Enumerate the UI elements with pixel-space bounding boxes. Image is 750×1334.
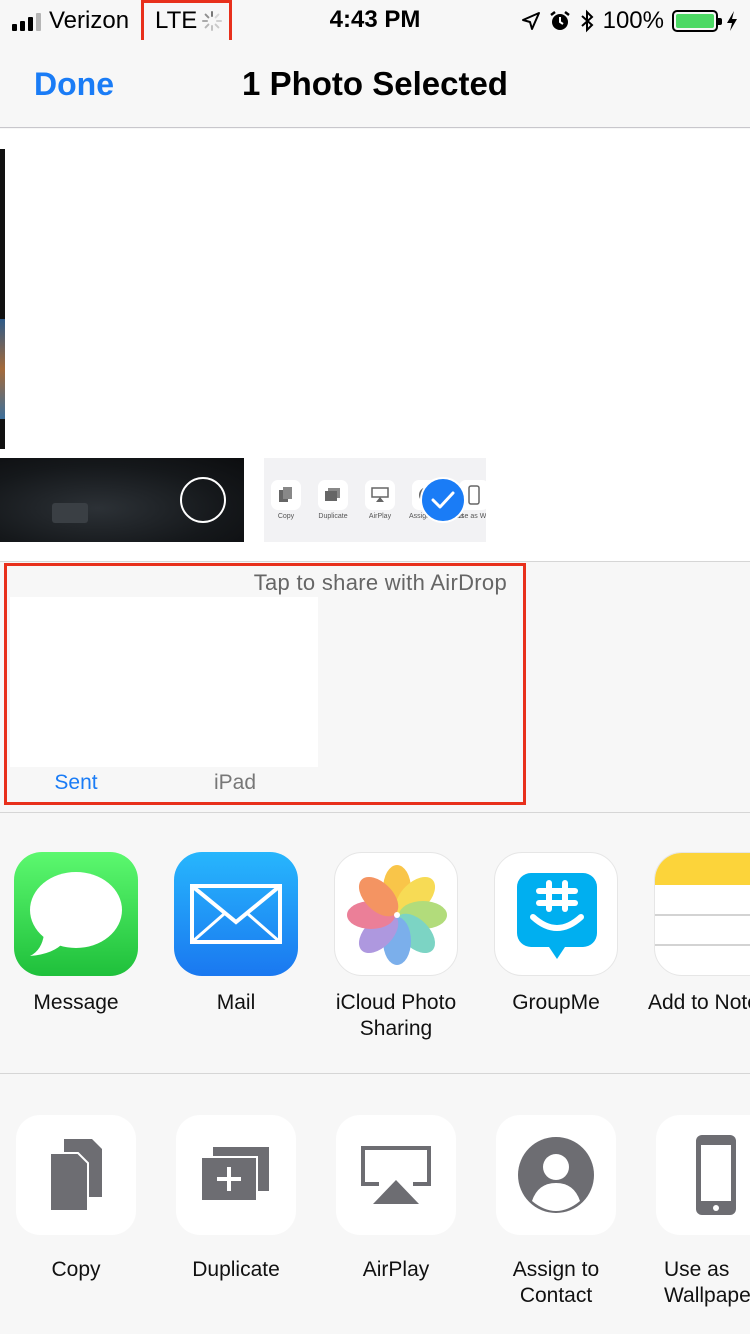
battery-fill [676, 14, 714, 28]
app-mail[interactable]: Mail [156, 852, 316, 1016]
airplay-icon [336, 1115, 456, 1235]
page-title-text: 1 Photo Selected [242, 65, 508, 102]
status-bar: Verizon LTE 4:43 PM 100% [0, 0, 750, 43]
charging-bolt-icon [727, 11, 737, 31]
app-label: GroupMe [512, 991, 600, 1014]
share-actions-row[interactable]: Copy Duplicate AirPlay Assign to Contact… [0, 1075, 750, 1334]
message-icon [14, 852, 138, 976]
nav-bar: Done 1 Photo Selected [0, 40, 750, 128]
battery-icon [672, 10, 722, 32]
airdrop-target-ipad[interactable]: iPad [155, 771, 315, 795]
app-label: iCloud Photo Sharing [335, 991, 457, 1040]
mini-airplay: AirPlay [362, 480, 398, 521]
airdrop-target-sent[interactable]: Sent [0, 771, 156, 795]
duplicate-icon [176, 1115, 296, 1235]
airdrop-section: Tap to share with AirDrop Sent iPad [0, 563, 750, 813]
app-message[interactable]: Message [0, 852, 156, 1016]
copy-icon [16, 1115, 136, 1235]
groupme-icon [494, 852, 618, 976]
mini-duplicate: Duplicate [315, 480, 351, 521]
app-groupme[interactable]: GroupMe [476, 852, 636, 1016]
share-apps-row[interactable]: Message Mail iCloud Photo Sharing GroupM… [0, 814, 750, 1074]
app-label: Mail [216, 991, 256, 1014]
photo-select-circle-1[interactable] [180, 477, 226, 523]
app-icloud-photo-sharing[interactable]: iCloud Photo Sharing [316, 852, 476, 1042]
app-add-to-notes[interactable]: Add to Notes [636, 852, 750, 1016]
location-arrow-icon [521, 12, 540, 30]
status-right: 100% [521, 6, 738, 36]
airdrop-hint: Tap to share with AirDrop [253, 570, 507, 595]
action-assign-to-contact[interactable]: Assign to Contact [476, 1115, 636, 1309]
action-label: Copy [51, 1258, 101, 1281]
action-airplay[interactable]: AirPlay [316, 1115, 476, 1283]
action-label: Use as Wallpaper [664, 1258, 750, 1307]
bluetooth-icon [580, 9, 594, 33]
alarm-icon [549, 11, 570, 30]
contact-icon [496, 1115, 616, 1235]
action-label: Assign to Contact [512, 1258, 600, 1307]
checkmark-icon [431, 491, 455, 509]
wallpaper-icon [656, 1115, 750, 1235]
app-label: Message [33, 991, 119, 1014]
action-label: Duplicate [192, 1258, 280, 1281]
mini-copy: Copy [268, 480, 304, 521]
action-copy[interactable]: Copy [0, 1115, 156, 1283]
page-title: 1 Photo Selected [0, 65, 750, 103]
photos-icon [334, 852, 458, 976]
action-use-as-wallpaper[interactable]: Use as Wallpaper [636, 1115, 750, 1309]
action-label: AirPlay [362, 1258, 430, 1281]
action-duplicate[interactable]: Duplicate [156, 1115, 316, 1283]
battery-percent: 100% [602, 7, 664, 34]
notes-icon [654, 852, 750, 976]
photo-select-check-2[interactable] [420, 477, 466, 523]
mail-icon [174, 852, 298, 976]
photo-strip[interactable]: Copy Duplicate AirPlay Assign to Contact… [0, 129, 750, 562]
app-label: Add to Notes [648, 991, 750, 1014]
airdrop-targets-area[interactable] [10, 597, 318, 767]
